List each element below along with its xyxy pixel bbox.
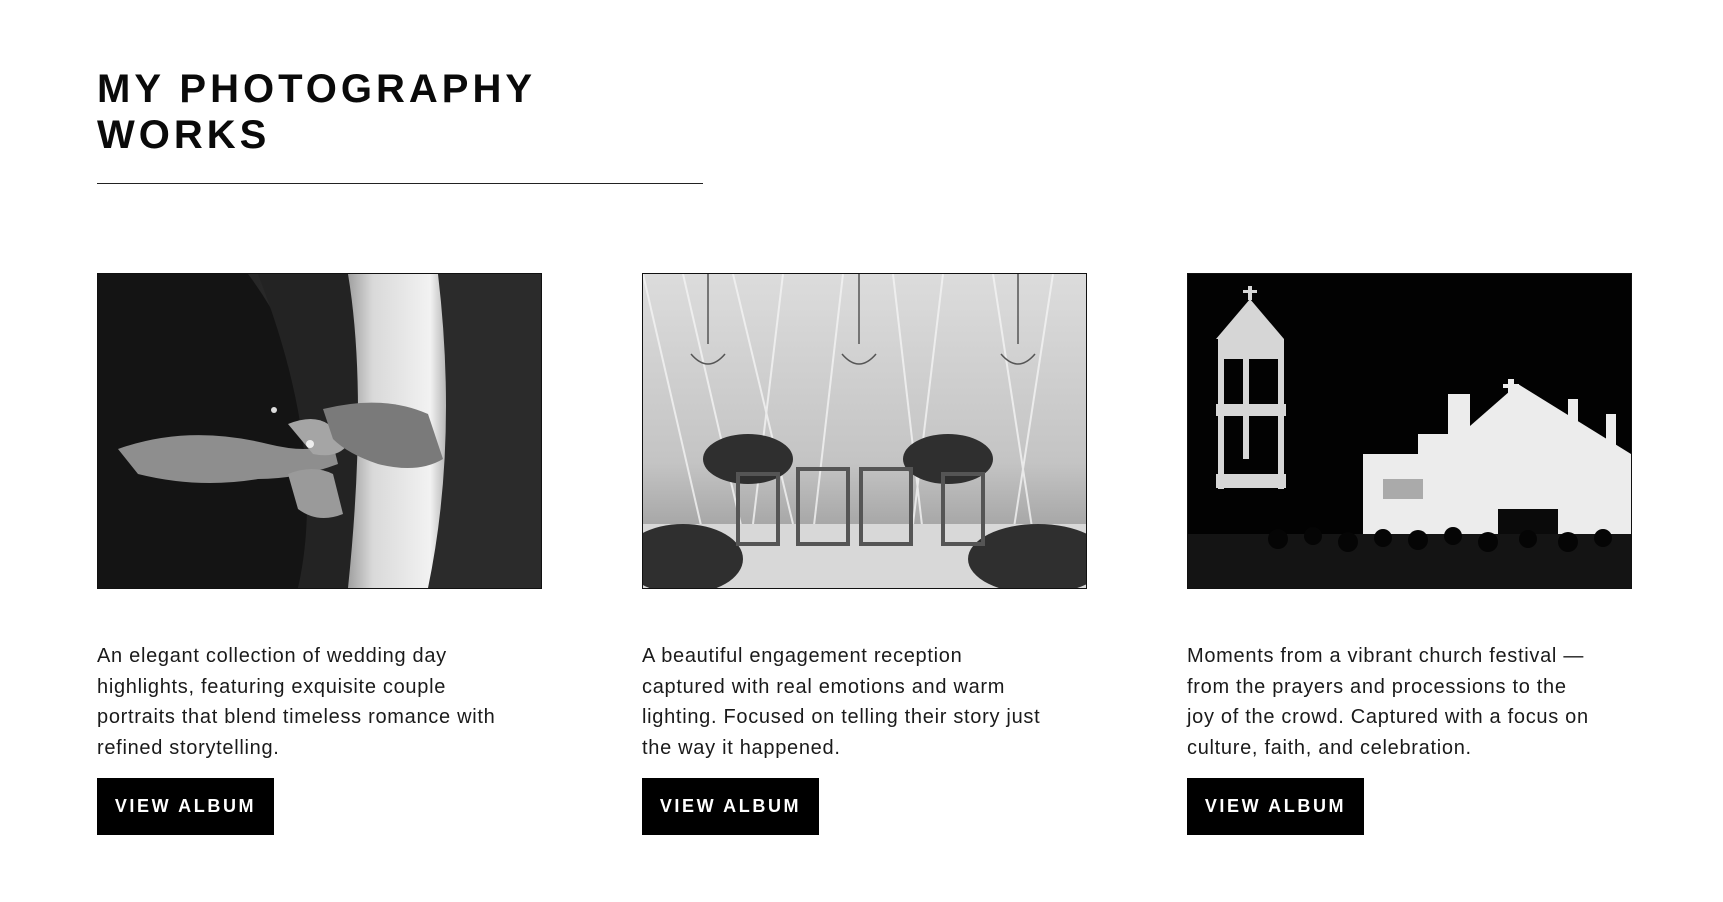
page-title: MY PHOTOGRAPHY WORKS: [97, 66, 536, 158]
engagement-stage-photo[interactable]: [642, 273, 1087, 589]
album-description: An elegant collection of wedding day hig…: [97, 645, 496, 759]
page-title-line-2: WORKS: [97, 113, 271, 157]
view-album-button[interactable]: VIEW ALBUM: [97, 778, 274, 835]
title-divider: [97, 183, 703, 184]
album-card-church-festival: Moments from a vibrant church festival —…: [1187, 273, 1632, 835]
album-card-wedding: An elegant collection of wedding day hig…: [97, 273, 542, 835]
view-album-button[interactable]: VIEW ALBUM: [1187, 778, 1364, 835]
church-festival-photo[interactable]: [1187, 273, 1632, 589]
album-description: A beautiful engagement reception capture…: [642, 645, 1041, 759]
wedding-ring-exchange-photo[interactable]: [97, 273, 542, 589]
page-title-line-1: MY PHOTOGRAPHY: [97, 67, 537, 111]
album-card-engagement: A beautiful engagement reception capture…: [642, 273, 1087, 835]
album-description: Moments from a vibrant church festival —…: [1187, 645, 1589, 759]
view-album-button[interactable]: VIEW ALBUM: [642, 778, 819, 835]
